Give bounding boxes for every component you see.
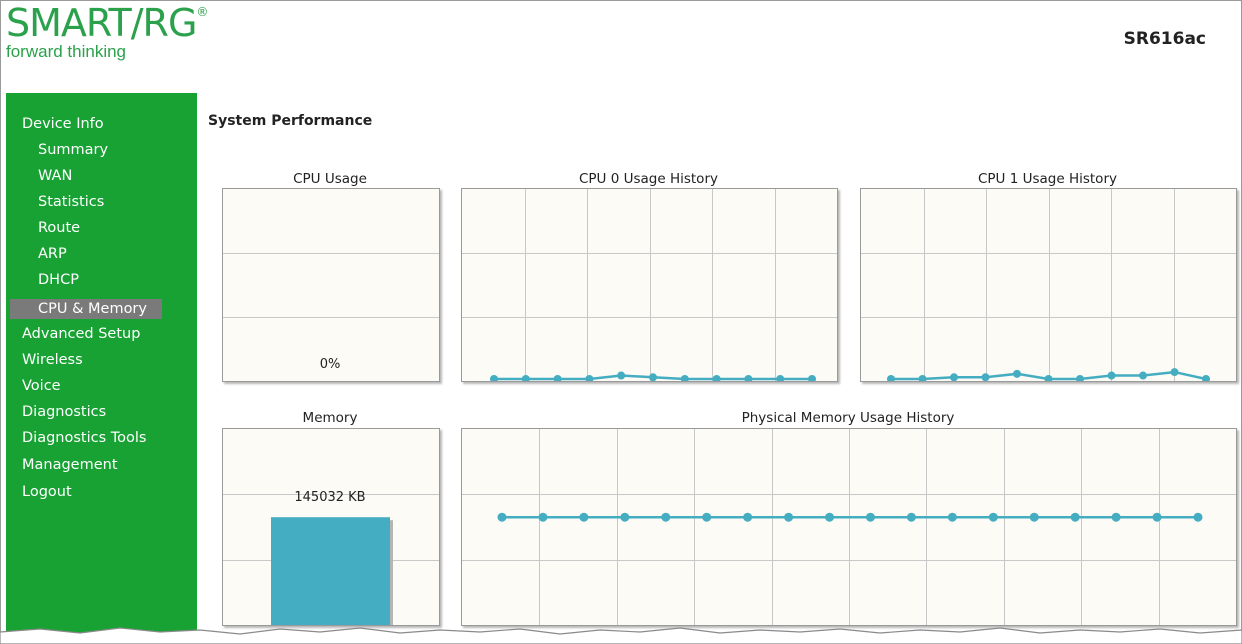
nav-diagnostics-tools[interactable]: Diagnostics Tools	[22, 430, 146, 446]
cpu0-history-title: CPU 0 Usage History	[578, 171, 718, 187]
mem-series-point	[1070, 512, 1080, 522]
cpu1-series-point	[1013, 369, 1021, 378]
cpu0-history-chart	[461, 188, 838, 382]
cpu1-series-point	[1139, 371, 1147, 380]
nav-statistics[interactable]: Statistics	[38, 194, 104, 210]
nav-cpu-memory[interactable]: CPU & Memory	[10, 299, 162, 319]
cpu0-series-point	[649, 373, 657, 381]
mem-series-point	[1152, 512, 1162, 522]
cpu0-series-point	[680, 375, 689, 381]
mem-series-point	[538, 512, 548, 522]
mem-series-point	[947, 512, 957, 522]
mem-series-point	[497, 512, 507, 522]
nav-device-info[interactable]: Device Info	[22, 116, 104, 132]
nav-dhcp[interactable]: DHCP	[38, 272, 79, 288]
memory-chart	[222, 428, 440, 626]
cpu1-series-point	[1044, 375, 1053, 381]
nav-voice[interactable]: Voice	[22, 378, 61, 394]
cpu0-series-point	[744, 375, 753, 381]
nav-diagnostics[interactable]: Diagnostics	[22, 404, 106, 420]
cpu0-series-point	[553, 375, 562, 381]
page-title: System Performance	[208, 113, 373, 129]
mem-series-point	[702, 512, 712, 522]
cpu1-series-point	[1170, 368, 1179, 377]
mem-series-point	[784, 512, 794, 522]
cpu0-series-point	[585, 375, 594, 381]
logo-tagline: forward thinking	[6, 42, 127, 61]
cpu1-series-point	[918, 375, 927, 381]
nav-logout[interactable]: Logout	[22, 484, 72, 500]
mem-series-point	[865, 512, 875, 522]
mem-history-title: Physical Memory Usage History	[741, 410, 955, 426]
mem-series-point	[1193, 512, 1203, 522]
cpu0-series-point	[712, 375, 721, 381]
nav-route[interactable]: Route	[38, 220, 80, 236]
nav-arp[interactable]: ARP	[38, 246, 67, 262]
mem-series-point	[825, 512, 835, 522]
mem-series-point	[661, 512, 671, 522]
cpu0-history-plot	[462, 189, 837, 381]
cpu-usage-chart	[222, 188, 440, 382]
cpu0-series-point	[521, 375, 530, 381]
nav-wireless[interactable]: Wireless	[22, 352, 83, 368]
nav-summary[interactable]: Summary	[38, 142, 108, 158]
cpu-usage-title: CPU Usage	[293, 171, 367, 187]
nav-management[interactable]: Management	[22, 457, 118, 473]
cpu-usage-value: 0%	[319, 357, 341, 372]
logo-text: SMART/RG	[6, 1, 197, 45]
mem-series-point	[906, 512, 916, 522]
cpu0-series-point	[617, 371, 626, 380]
mem-series-point	[743, 512, 753, 522]
registered-mark: ®	[196, 5, 208, 19]
cpu1-series-point	[981, 373, 990, 381]
cpu0-series-point	[776, 375, 785, 381]
memory-title: Memory	[302, 410, 358, 426]
brand-logo: SMART/RG® forward thinking	[6, 1, 208, 62]
memory-plot	[223, 494, 439, 625]
memory-value: 145032 KB	[294, 490, 366, 505]
cpu1-history-title: CPU 1 Usage History	[977, 171, 1117, 187]
mem-series-point	[988, 512, 998, 522]
mem-series-point	[579, 512, 589, 522]
torn-edge	[0, 627, 1242, 644]
device-model: SR616ac	[1123, 29, 1206, 49]
cpu1-series-point	[1202, 375, 1210, 381]
nav-wan[interactable]: WAN	[38, 168, 72, 184]
mem-series-point	[1029, 512, 1039, 522]
memory-bar	[271, 517, 390, 625]
cpu-usage-plot	[223, 253, 439, 318]
cpu1-series-point	[1107, 371, 1116, 380]
cpu1-series-point	[887, 375, 895, 381]
mem-history-plot	[462, 429, 1236, 625]
cpu0-series-point	[808, 375, 816, 381]
mem-series-point	[1111, 512, 1121, 522]
cpu0-series-point	[490, 375, 498, 381]
cpu1-series-point	[1076, 375, 1084, 381]
mem-series-point	[620, 512, 630, 522]
sidebar-nav: Device Info Summary WAN Statistics Route…	[6, 93, 197, 644]
cpu1-history-chart	[860, 188, 1237, 382]
cpu1-history-plot	[861, 189, 1236, 381]
nav-advanced-setup[interactable]: Advanced Setup	[22, 326, 140, 342]
cpu1-series-point	[950, 373, 958, 381]
mem-history-chart	[461, 428, 1237, 626]
